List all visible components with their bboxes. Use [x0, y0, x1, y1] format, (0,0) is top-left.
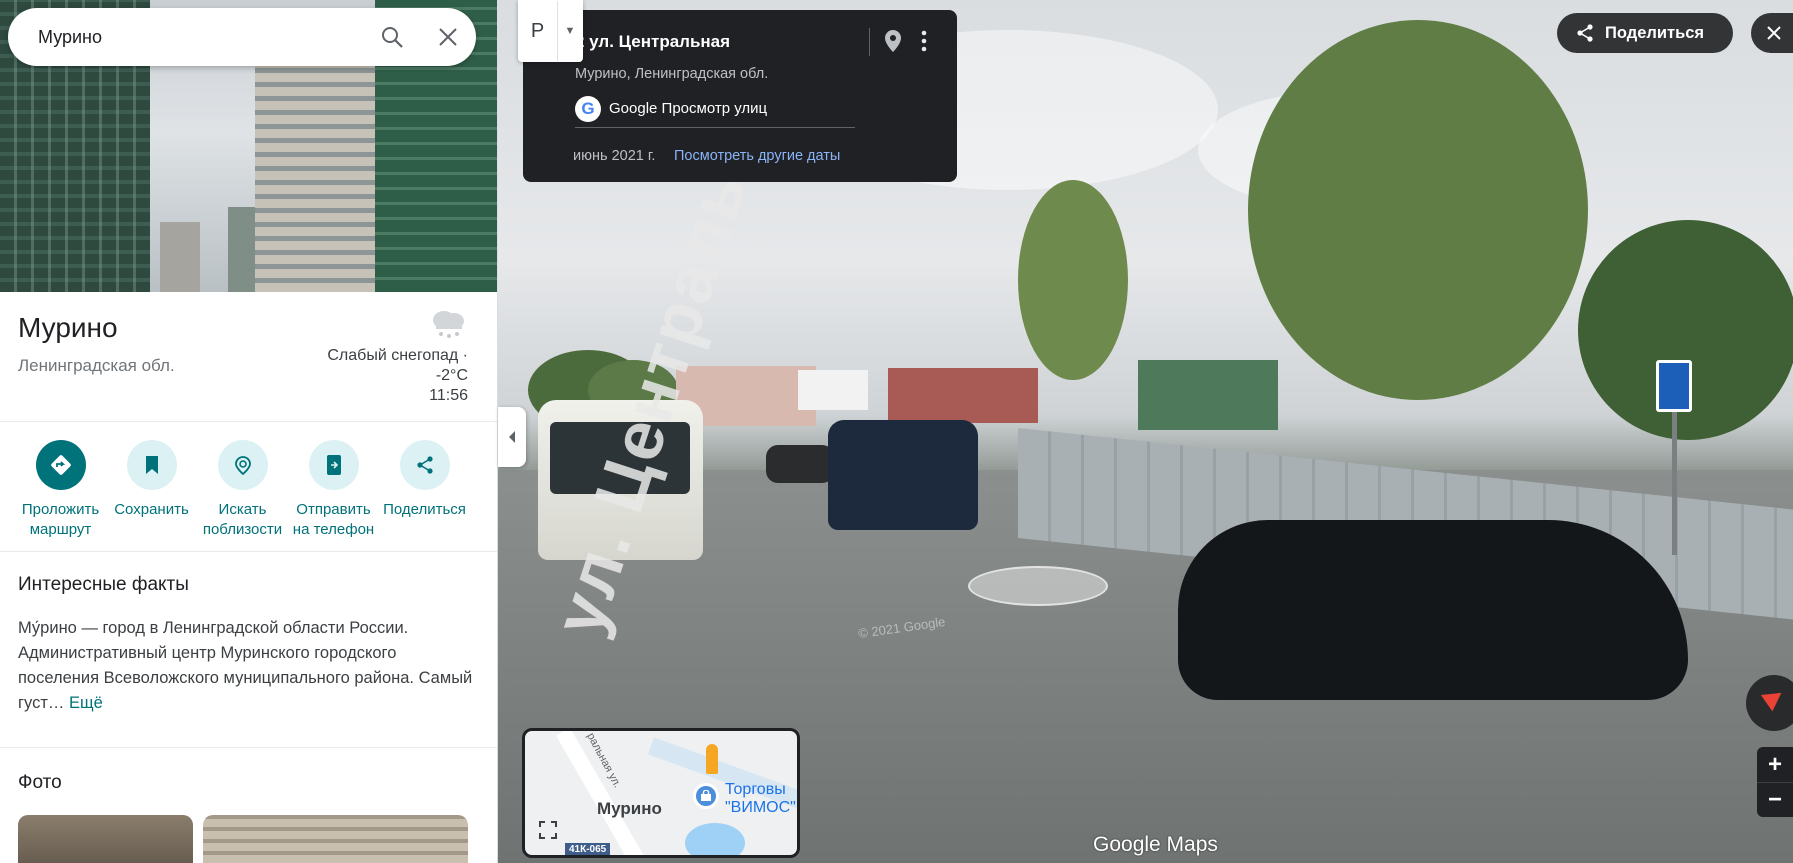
action-label: Поделиться	[383, 501, 466, 518]
close-street-view-button[interactable]	[1751, 13, 1793, 53]
bus-stop-sign	[1656, 360, 1692, 412]
weather-condition: Слабый снегопад ·	[327, 347, 468, 364]
share-button[interactable]: Поделиться	[379, 422, 470, 551]
road-number-badge: 41К-065	[565, 843, 611, 855]
weather-widget: Слабый снегопад · -2°C 11:56	[327, 306, 468, 406]
action-label: Искать	[218, 501, 267, 518]
map-poi-label[interactable]: Торговы "ВИМОС"	[725, 781, 796, 817]
address-title: 2 ул. Центральная	[575, 32, 731, 51]
place-header: Мурино Ленинградская обл. Слабый снегопа…	[0, 292, 497, 422]
billboard	[798, 370, 868, 410]
weather-time: 11:56	[429, 387, 468, 404]
place-region: Ленинградская обл.	[18, 356, 175, 375]
facts-more-link[interactable]: Ещё	[69, 694, 103, 712]
location-pin-icon[interactable]	[878, 24, 908, 58]
photo-thumbnail[interactable]	[203, 815, 468, 863]
hero-building	[255, 37, 375, 292]
action-label: Отправить	[296, 501, 371, 518]
pegman-label[interactable]: Р	[518, 1, 558, 61]
tree	[1018, 180, 1128, 380]
send-to-phone-icon	[308, 440, 359, 490]
chevron-left-icon	[509, 431, 515, 443]
action-bar: Проложить маршрут Сохранить Искать поблизо…	[0, 422, 497, 552]
action-label: на телефон	[292, 521, 375, 538]
shopping-bag-icon[interactable]	[693, 783, 719, 809]
pegman-toggle[interactable]: Р ▼	[518, 0, 583, 62]
tree	[1248, 20, 1588, 400]
brand-label: Google Просмотр улиц	[609, 100, 768, 117]
map-city-label: Мурино	[597, 799, 662, 818]
bookmark-icon	[126, 440, 177, 490]
see-more-dates-link[interactable]: Посмотреть другие даты	[674, 148, 840, 164]
capture-date: июнь 2021 г.	[573, 148, 656, 164]
google-logo-icon: G	[575, 95, 601, 122]
car	[766, 445, 834, 483]
send-to-phone-button[interactable]: Отправить на телефон	[288, 422, 379, 551]
share-street-view-button[interactable]: Поделиться	[1557, 13, 1733, 53]
house	[1138, 360, 1278, 430]
nearby-search-button[interactable]: Искать поблизости	[197, 422, 288, 551]
nearby-search-icon	[217, 440, 268, 490]
street-view-brand: G Google Просмотр улиц	[575, 90, 855, 128]
place-panel: Мурино Мурино Ленинградская обл. Слабый …	[0, 0, 498, 863]
save-button[interactable]: Сохранить	[106, 422, 197, 551]
facts-section: Интересные факты Му́рино — город в Ленин…	[0, 552, 497, 748]
more-options-icon[interactable]	[909, 24, 939, 58]
divider	[869, 28, 870, 56]
collapse-panel-button[interactable]	[498, 407, 526, 467]
share-icon	[1577, 24, 1593, 42]
search-icon[interactable]	[364, 8, 420, 66]
zoom-out-button[interactable]: −	[1757, 782, 1793, 817]
house	[888, 368, 1038, 423]
zoom-in-button[interactable]: +	[1757, 747, 1793, 782]
mini-map[interactable]: ральная ул. Мурино Торговы "ВИМОС" 41К-0…	[522, 728, 800, 858]
chevron-down-icon[interactable]: ▼	[558, 25, 582, 37]
facts-title: Интересные факты	[18, 574, 189, 595]
car	[1178, 520, 1688, 700]
action-label: Проложить	[21, 501, 100, 518]
action-label: маршрут	[29, 521, 92, 538]
zoom-control: + −	[1757, 747, 1793, 817]
map-water	[685, 823, 745, 855]
search-box[interactable]: Мурино	[8, 8, 476, 66]
snow-cloud-icon	[433, 311, 464, 338]
directions-button[interactable]: Проложить маршрут	[15, 422, 106, 551]
expand-icon[interactable]	[533, 815, 563, 845]
street-view-info-card: 2 ул. Центральная Мурино, Ленинградская …	[523, 10, 957, 182]
navigation-arrow[interactable]	[968, 566, 1108, 606]
photos-title: Фото	[18, 772, 62, 793]
share-label: Поделиться	[1605, 23, 1705, 42]
google-maps-logo: Google Maps	[1093, 833, 1218, 856]
search-input[interactable]: Мурино	[38, 27, 364, 48]
compass-icon[interactable]	[1746, 675, 1793, 731]
place-title: Мурино	[18, 312, 118, 343]
hero-building	[160, 222, 200, 292]
address-locality: Мурино, Ленинградская обл.	[575, 66, 769, 82]
action-label: поблизости	[202, 521, 283, 538]
share-icon	[399, 440, 450, 490]
pegman-icon	[706, 744, 718, 774]
bus-stop-pole	[1672, 410, 1677, 555]
close-icon	[1767, 26, 1781, 40]
van	[828, 420, 978, 530]
action-label: Сохранить	[114, 501, 189, 518]
poi-name: Торговы "ВИМОС"	[725, 781, 796, 816]
close-icon[interactable]	[420, 8, 476, 66]
photo-thumbnail[interactable]	[18, 815, 193, 863]
weather-temperature: -2°C	[435, 367, 468, 384]
directions-icon	[35, 440, 86, 490]
